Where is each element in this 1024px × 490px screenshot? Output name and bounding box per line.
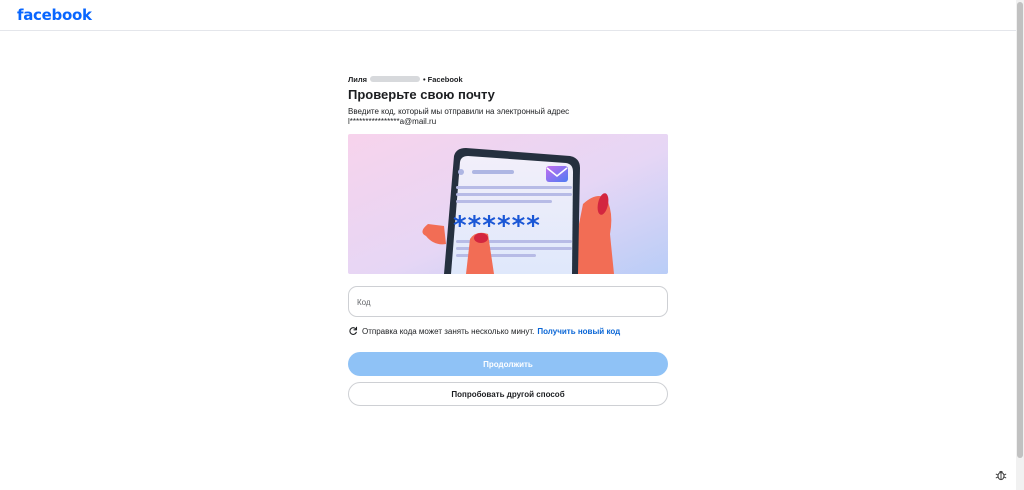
code-input[interactable]	[357, 293, 657, 311]
facebook-logo[interactable]: facebook	[17, 6, 92, 24]
get-new-code-link[interactable]: Получить новый код	[537, 327, 620, 336]
password-mask-text: ******	[452, 211, 540, 241]
page-description: Введите код, который мы отправили на эле…	[348, 107, 668, 127]
page-title: Проверьте свою почту	[348, 87, 495, 102]
breadcrumb-separator: •	[423, 74, 426, 84]
breadcrumb-site: Facebook	[427, 74, 463, 84]
breadcrumb: Лиля • Facebook	[348, 74, 668, 84]
code-field[interactable]	[348, 286, 668, 317]
resend-info-text: Отправка кода может занять несколько мин…	[362, 326, 535, 336]
description-text: Введите код, который мы отправили на эле…	[348, 107, 570, 116]
masked-email: l****************a@mail.ru	[348, 117, 437, 126]
scrollbar-thumb[interactable]	[1017, 2, 1023, 458]
scrollbar[interactable]	[1016, 0, 1024, 490]
refresh-icon	[349, 326, 358, 335]
email-code-illustration: ******	[348, 134, 668, 274]
bug-report-icon[interactable]	[995, 469, 1007, 481]
continue-button[interactable]: Продолжить	[348, 352, 668, 376]
resend-row: Отправка кода может занять несколько мин…	[348, 326, 668, 336]
verification-form: Лиля • Facebook Проверьте свою почту Вве…	[348, 74, 668, 406]
top-bar: facebook	[0, 0, 1016, 31]
redacted-surname	[370, 76, 421, 82]
try-another-way-button[interactable]: Попробовать другой способ	[348, 382, 668, 406]
account-name: Лиля	[348, 74, 368, 84]
